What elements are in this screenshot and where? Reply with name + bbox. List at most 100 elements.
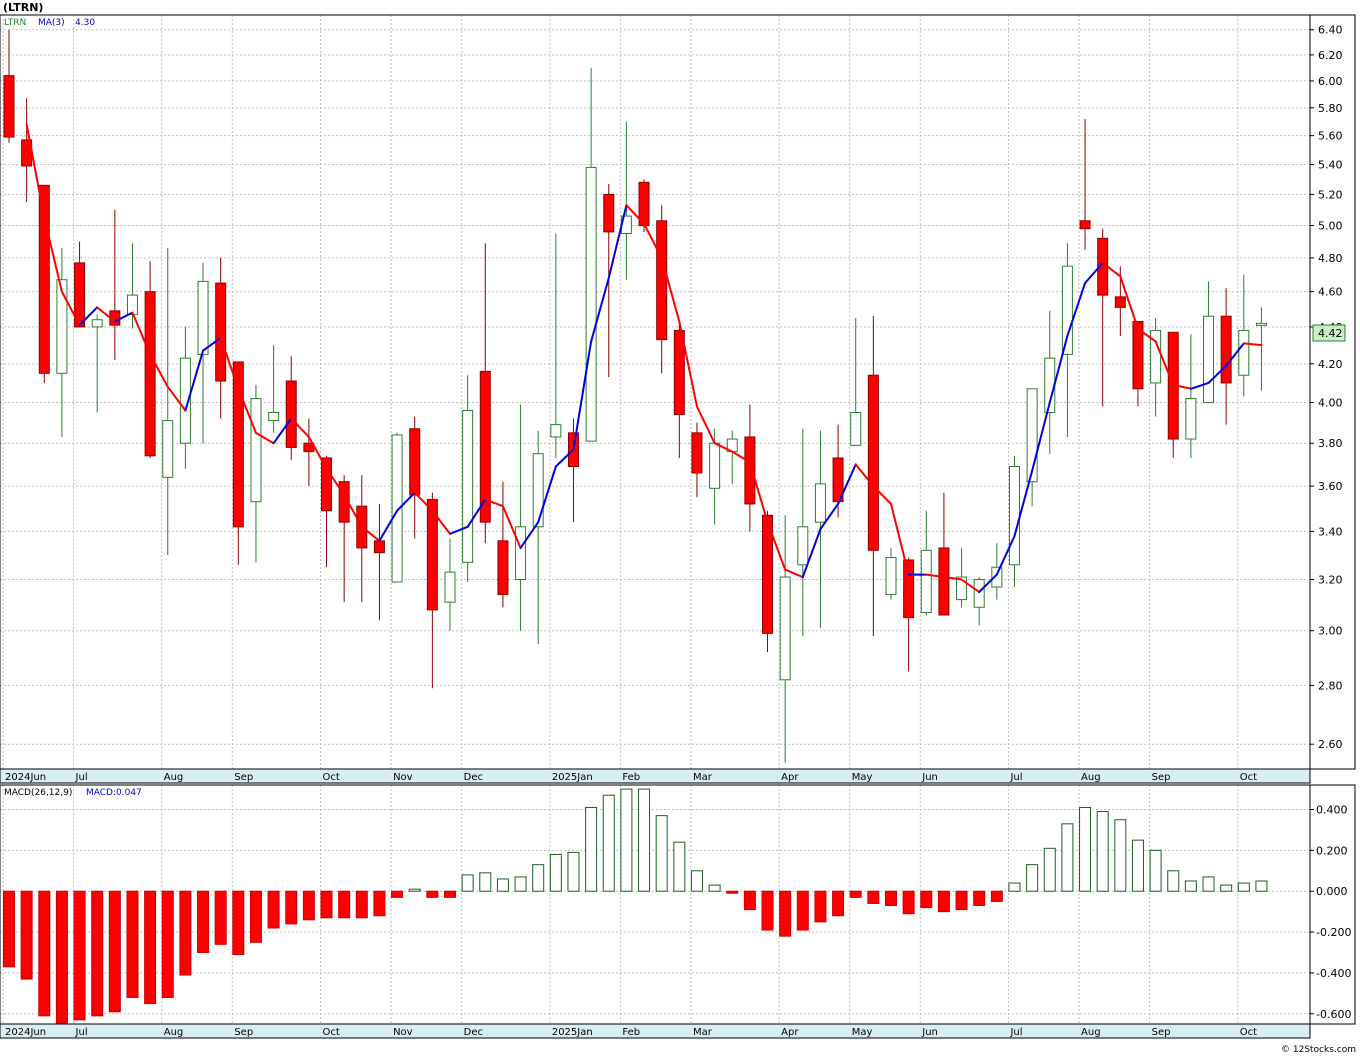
candle-body (585, 166, 597, 442)
candle-body (409, 428, 421, 496)
macd-tick-label: 0.000 (1316, 885, 1348, 898)
macd-bar (479, 872, 492, 892)
candle-body (444, 571, 456, 603)
price-date-label: Dec (464, 772, 483, 783)
price-tick-label: 4.60 (1318, 286, 1343, 299)
footer-credit: © 12Stocks.com (1281, 1045, 1356, 1055)
price-tick-label: 5.20 (1318, 188, 1343, 201)
macd-bar (549, 853, 562, 892)
price-tick-label: 2.80 (1318, 679, 1343, 692)
macd-date-label: Oct (323, 1027, 340, 1038)
macd-bar (1096, 811, 1109, 892)
candle-body (1220, 315, 1232, 384)
macd-bar (391, 890, 404, 898)
macd-bar (973, 890, 986, 907)
candle-body (867, 374, 879, 551)
macd-date-label: Aug (164, 1027, 184, 1038)
macd-bar (1043, 847, 1056, 892)
macd-bar (814, 890, 827, 923)
chart-title: (LTRN) (3, 1, 43, 14)
macd-bar (655, 815, 668, 892)
macd-date-label: Feb (622, 1027, 640, 1038)
candle-body (920, 549, 932, 613)
candle-body (850, 412, 862, 446)
macd-bar (179, 890, 192, 976)
macd-bar (673, 841, 686, 892)
legend-macd-value: MACD:0.047 (86, 788, 142, 798)
macd-bar (73, 890, 86, 1021)
last-price-label: 4.42 (1318, 327, 1343, 340)
candle-body (885, 557, 897, 596)
price-tick-label: 5.00 (1318, 220, 1343, 233)
candle-body (797, 526, 809, 566)
macd-bar (585, 806, 598, 892)
price-date-axis-band (0, 768, 1311, 784)
candle-body (215, 282, 227, 382)
price-tick-label: 3.00 (1318, 625, 1343, 638)
candle-body (709, 442, 721, 489)
candle-body (1203, 315, 1215, 404)
candle-body (1079, 220, 1091, 230)
macd-date-label: Mar (693, 1027, 713, 1038)
price-tick-label: 2.60 (1318, 738, 1343, 751)
price-date-label: Oct (1240, 772, 1257, 783)
macd-date-label: Dec (464, 1027, 483, 1038)
candle-body (903, 559, 915, 619)
macd-bar (496, 878, 509, 892)
price-date-label: Jul (1009, 772, 1022, 783)
macd-bar (567, 851, 580, 892)
macd-bar (1008, 882, 1021, 892)
macd-bar (161, 890, 174, 998)
legend-ma-value: 4.30 (75, 18, 95, 28)
macd-bar (355, 890, 368, 919)
price-tick-label: 6.00 (1318, 75, 1343, 88)
price-date-label: Aug (1081, 772, 1101, 783)
macd-bar (320, 890, 333, 919)
macd-date-label: Sep (234, 1027, 253, 1038)
price-date-label: 2024Jun (5, 772, 46, 783)
candle-body (691, 432, 703, 474)
macd-bar (55, 890, 68, 1025)
legend-macd: MACD(26,12,9) (4, 788, 72, 798)
macd-bar (373, 890, 386, 917)
stock-chart: 2.602.803.003.203.403.603.804.004.204.40… (0, 0, 1360, 1056)
macd-bar (108, 890, 121, 1013)
candle-body (497, 540, 509, 596)
candle-body (250, 398, 262, 503)
macd-bar (285, 890, 298, 925)
macd-bar (638, 788, 651, 892)
macd-date-label: Jun (921, 1027, 938, 1038)
candle-body (814, 483, 826, 523)
candle-body (656, 220, 668, 341)
price-tick-label: 3.40 (1318, 525, 1343, 538)
candle-body (126, 294, 138, 315)
macd-bar (3, 890, 15, 968)
candle-body (1238, 330, 1250, 376)
macd-bar (444, 890, 456, 898)
macd-date-label: Jul (1009, 1027, 1022, 1038)
candle-body (462, 409, 474, 563)
candle-body (532, 453, 544, 528)
price-axis-strip (1309, 14, 1356, 770)
candle-body (1061, 265, 1073, 355)
price-date-label: Sep (1152, 772, 1171, 783)
macd-bar (937, 890, 950, 913)
macd-bar (532, 864, 545, 892)
price-date-label: Aug (164, 772, 184, 783)
price-date-label: Nov (393, 772, 413, 783)
macd-date-label: 2025Jan (552, 1027, 593, 1038)
macd-bar (1184, 880, 1197, 892)
candle-body (1008, 466, 1020, 566)
macd-bar (1061, 823, 1074, 892)
macd-bar (902, 890, 915, 915)
macd-date-label: Aug (1081, 1027, 1101, 1038)
price-date-label: Oct (323, 772, 340, 783)
legend-ma: MA(3) (38, 18, 65, 28)
macd-bar (955, 890, 968, 911)
price-tick-label: 5.60 (1318, 130, 1343, 143)
candle-body (550, 424, 562, 438)
price-date-label: Mar (693, 772, 713, 783)
candle-body (197, 280, 209, 355)
price-date-label: 2025Jan (552, 772, 593, 783)
candle-body (1255, 322, 1267, 326)
